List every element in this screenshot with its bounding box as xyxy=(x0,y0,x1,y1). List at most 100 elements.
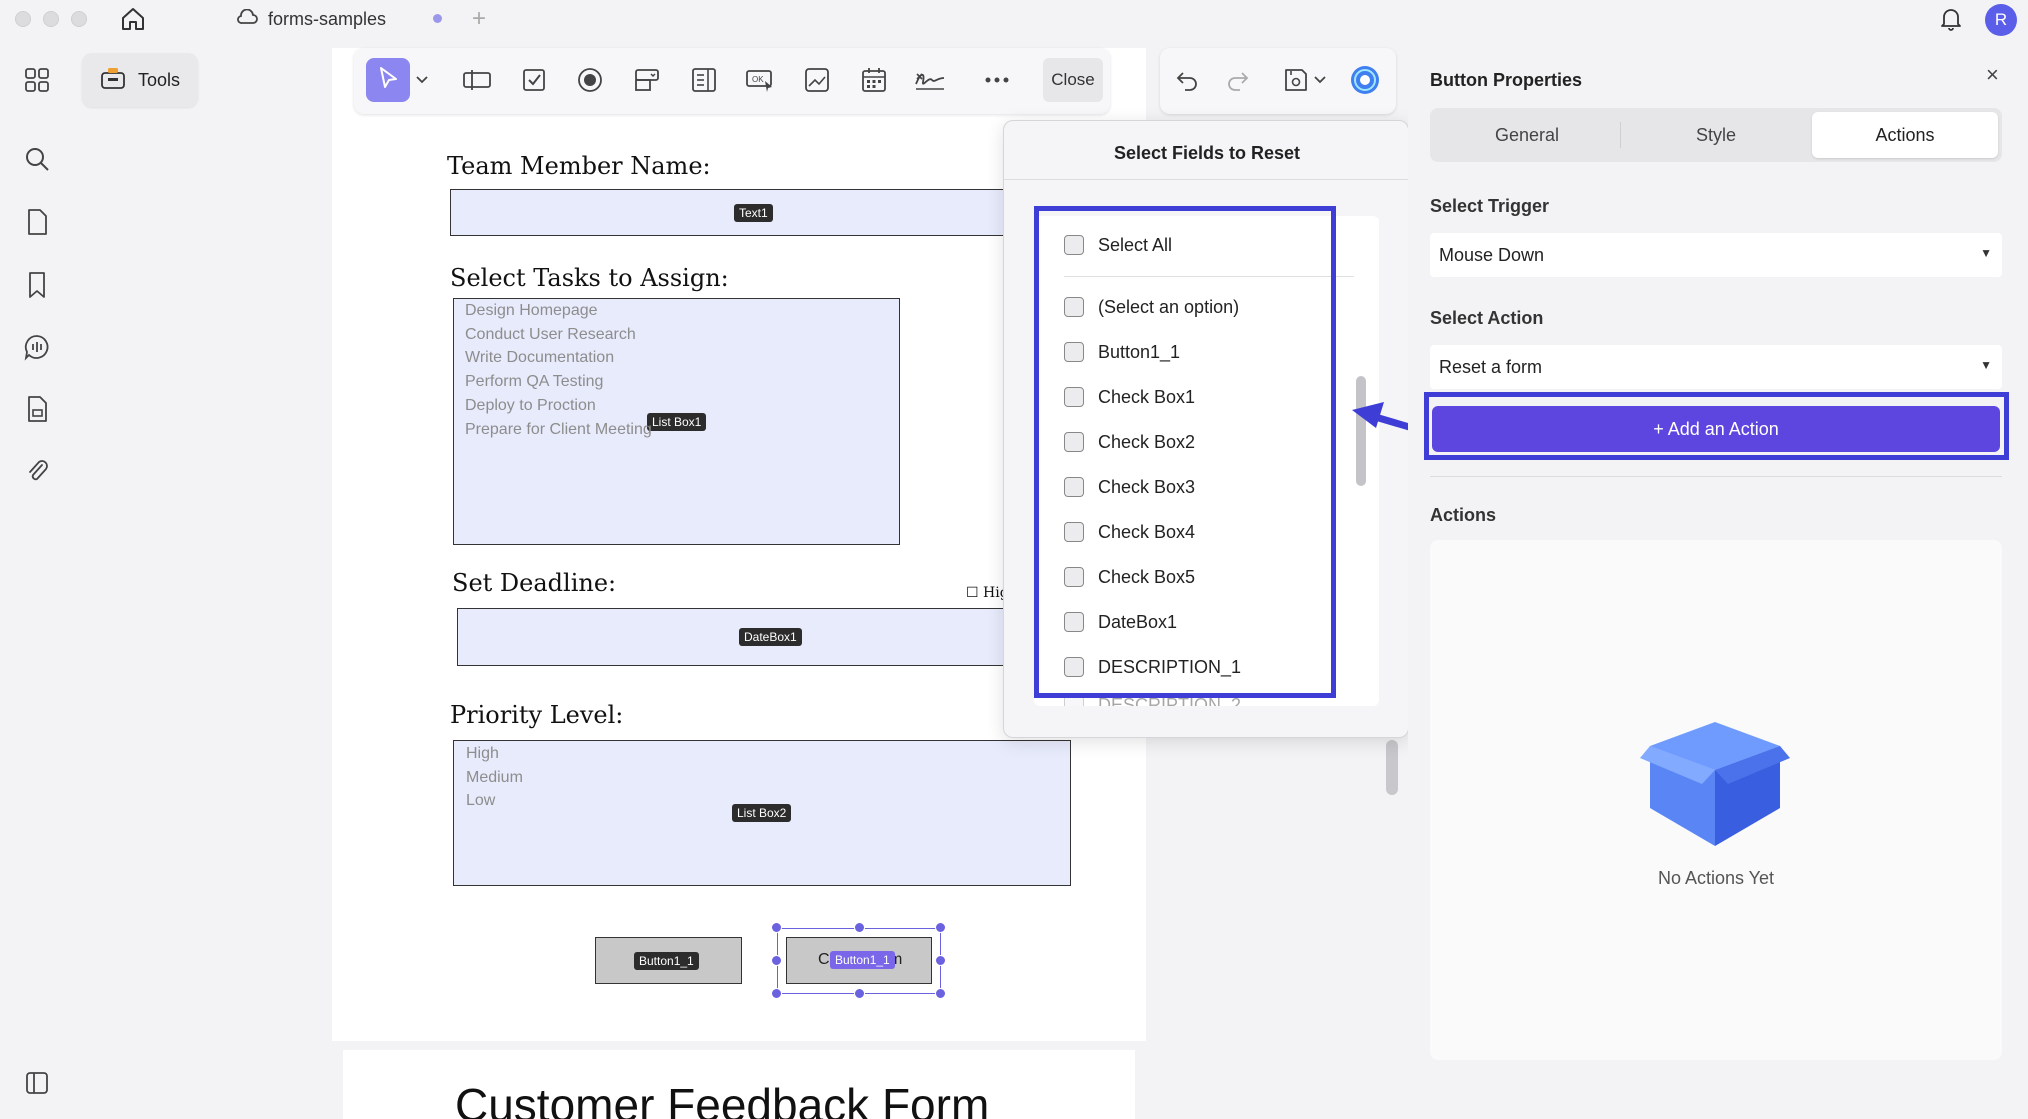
ai-assistant-icon[interactable] xyxy=(1348,63,1382,97)
action-select[interactable]: Reset a form ▼ xyxy=(1430,345,2002,389)
attachment-icon[interactable] xyxy=(20,454,54,488)
button-tool-icon[interactable]: OK xyxy=(743,63,777,97)
highlight-box xyxy=(1424,392,2009,460)
document-tab[interactable]: forms-samples xyxy=(236,0,386,38)
form-document-icon[interactable] xyxy=(20,392,54,426)
list-box-tool-icon[interactable] xyxy=(687,63,721,97)
toolbox-icon xyxy=(100,66,126,95)
sidebar-toggle-icon[interactable] xyxy=(20,1066,54,1100)
svg-text:OK: OK xyxy=(752,75,764,84)
trigger-label: Select Trigger xyxy=(1430,196,1550,216)
popup-title: Select Fields to Reset xyxy=(1113,143,1301,163)
document-scrollbar[interactable] xyxy=(1386,740,1398,795)
document-tab-title: forms-samples xyxy=(268,8,387,29)
select-tasks-label: Select Tasks to Assign: xyxy=(450,264,729,292)
tools-button[interactable]: Tools xyxy=(82,53,198,107)
resize-handle[interactable] xyxy=(771,922,782,933)
caret-down-icon: ▼ xyxy=(1980,358,1992,372)
more-options-icon[interactable] xyxy=(980,63,1014,97)
undo-icon[interactable] xyxy=(1170,63,1204,97)
divider xyxy=(1430,476,2002,477)
chevron-down-icon[interactable] xyxy=(412,63,432,97)
list-item[interactable]: Design Homepage xyxy=(465,302,598,320)
list-item[interactable]: High xyxy=(466,745,499,763)
resize-handle[interactable] xyxy=(935,922,946,933)
list-item[interactable]: Perform QA Testing xyxy=(465,373,603,391)
thumbnails-grid-icon[interactable] xyxy=(20,63,54,97)
divider xyxy=(1004,179,1410,180)
tab-actions[interactable]: Actions xyxy=(1812,112,1998,158)
bookmark-icon[interactable] xyxy=(20,268,54,302)
properties-tabs: General Style Actions xyxy=(1430,108,2002,162)
action-value: Reset a form xyxy=(1439,356,1543,377)
actions-heading: Actions xyxy=(1430,505,1497,525)
action-label: Select Action xyxy=(1430,308,1544,328)
notification-bell-icon[interactable] xyxy=(1936,4,1966,34)
list-item[interactable]: Deploy to Proction xyxy=(465,397,596,415)
list-box2-tag: List Box2 xyxy=(732,804,792,822)
next-page-heading: Customer Feedback Form xyxy=(455,1079,990,1119)
comment-icon[interactable] xyxy=(20,330,54,364)
checkbox-tool-icon[interactable] xyxy=(517,63,551,97)
cloud-icon xyxy=(236,8,258,30)
list-item[interactable]: Conduct User Research xyxy=(465,326,636,344)
list-box2-field[interactable]: List Box2 xyxy=(453,740,1071,886)
avatar[interactable]: R xyxy=(1985,4,2017,36)
highlight-box xyxy=(1034,206,1336,698)
redo-icon[interactable] xyxy=(1221,63,1255,97)
resize-handle[interactable] xyxy=(771,955,782,966)
text1-field[interactable]: Text1 xyxy=(450,189,1010,236)
divider xyxy=(1620,122,1621,148)
close-button[interactable]: Close xyxy=(1043,58,1103,102)
tab-general[interactable]: General xyxy=(1434,112,1620,158)
list-item[interactable]: Prepare for Client Meeting xyxy=(465,421,652,439)
cursor-icon xyxy=(376,65,400,96)
resize-handle[interactable] xyxy=(854,988,865,999)
edit-toolbar xyxy=(1160,48,1396,114)
search-icon[interactable] xyxy=(20,142,54,176)
list-item[interactable]: Write Documentation xyxy=(465,349,614,367)
list-item[interactable]: Low xyxy=(466,792,495,810)
image-field-tool-icon[interactable] xyxy=(800,63,834,97)
chevron-down-icon[interactable] xyxy=(1310,63,1330,97)
new-tab-icon[interactable]: + xyxy=(472,5,486,33)
datebox1-field[interactable]: DateBox1 xyxy=(457,608,1010,666)
resize-handle[interactable] xyxy=(935,988,946,999)
list-item[interactable]: Medium xyxy=(466,769,523,787)
priority-label: Priority Level: xyxy=(450,701,624,729)
page-icon[interactable] xyxy=(20,205,54,239)
tools-label: Tools xyxy=(138,69,181,90)
date-field-tool-icon[interactable] xyxy=(857,63,891,97)
empty-box-icon xyxy=(1640,718,1790,850)
window-zoom-control[interactable] xyxy=(71,11,87,27)
form-toolbar: OK Close xyxy=(354,48,1110,114)
radio-button-tool-icon[interactable] xyxy=(573,63,607,97)
team-member-label: Team Member Name: xyxy=(447,152,711,180)
trigger-value: Mouse Down xyxy=(1439,244,1545,265)
resize-handle[interactable] xyxy=(771,988,782,999)
text-field-tool-icon[interactable] xyxy=(460,63,494,97)
caret-down-icon: ▼ xyxy=(1980,246,1992,260)
tab-style[interactable]: Style xyxy=(1623,112,1809,158)
window-close-control[interactable] xyxy=(15,11,31,27)
list-box1-tag: List Box1 xyxy=(647,413,707,431)
button1-tag: Button1_1 xyxy=(634,952,699,970)
text1-tag: Text1 xyxy=(734,204,773,222)
close-icon[interactable]: × xyxy=(1986,62,1999,88)
combo-box-tool-icon[interactable] xyxy=(630,63,664,97)
no-actions-text: No Actions Yet xyxy=(1657,868,1775,888)
save-icon[interactable] xyxy=(1279,63,1313,97)
select-tool-button[interactable] xyxy=(366,58,410,102)
datebox1-tag: DateBox1 xyxy=(739,628,802,646)
unsaved-dot-icon xyxy=(433,14,442,23)
deadline-label: Set Deadline: xyxy=(452,569,617,597)
resize-handle[interactable] xyxy=(935,955,946,966)
button1-field[interactable]: Button1_1 xyxy=(595,937,742,984)
signature-tool-icon[interactable] xyxy=(913,63,947,97)
selection-frame[interactable] xyxy=(777,928,941,994)
resize-handle[interactable] xyxy=(854,922,865,933)
window-minimize-control[interactable] xyxy=(43,11,59,27)
panel-title: Button Properties xyxy=(1430,70,1583,90)
home-icon[interactable] xyxy=(118,4,148,34)
trigger-select[interactable]: Mouse Down ▼ xyxy=(1430,233,2002,277)
